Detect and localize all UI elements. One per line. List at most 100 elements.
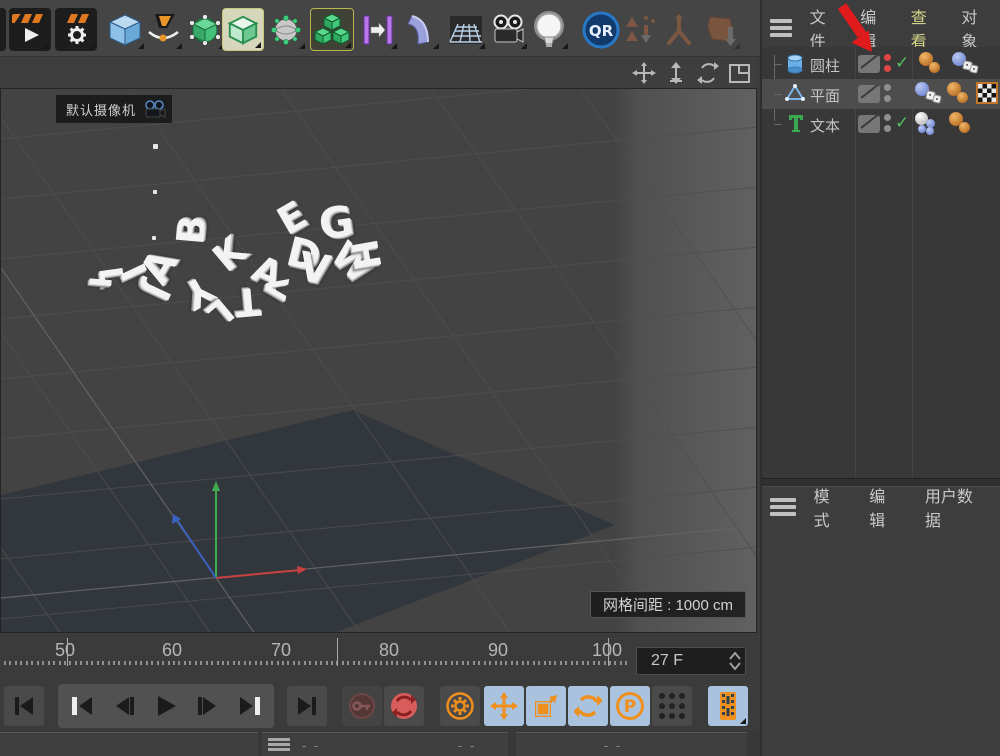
editor-visibility-dot[interactable]: [884, 114, 891, 121]
render-visibility-dot[interactable]: [884, 125, 891, 132]
flyout-triangle: [521, 43, 527, 49]
tree-branch: [774, 64, 782, 65]
joint-disabled-button[interactable]: [660, 8, 698, 51]
motion-align-button[interactable]: [357, 8, 399, 51]
ruler-tick: [390, 661, 393, 665]
menu-mode[interactable]: 模式: [802, 483, 858, 531]
rotate-icon[interactable]: [696, 62, 720, 84]
object-row-plane[interactable]: 平面: [762, 79, 1000, 109]
ruler-tick: [445, 661, 448, 665]
ruler-tick: [423, 661, 426, 665]
mograph-disabled-button[interactable]: [622, 8, 660, 51]
ruler-tick: [123, 661, 126, 665]
menu-file[interactable]: 文件: [798, 4, 849, 52]
triangles-arrows-icon: [626, 15, 655, 43]
coord-placeholder: - -: [302, 738, 321, 753]
ruler-tick: [374, 661, 377, 665]
editor-visibility-dot[interactable]: [884, 54, 891, 61]
key-parameter-button[interactable]: P: [610, 686, 650, 726]
move-icon: [490, 692, 518, 720]
key-scale-button[interactable]: [526, 686, 566, 726]
play-button[interactable]: [146, 686, 186, 726]
viewport-canvas[interactable]: EGBKDAILAVWHJYTLIV 默认摄像机 网格间距 : 1000 cm: [0, 88, 757, 633]
qr-plugin-button[interactable]: QR: [580, 8, 622, 51]
generator-check-icon[interactable]: ✓: [895, 113, 909, 133]
letter-B: B: [168, 213, 215, 247]
ruler-marker: [608, 638, 609, 666]
floor-environment-button[interactable]: [445, 8, 487, 51]
phong-tag[interactable]: [947, 82, 971, 106]
goto-end-icon: [298, 697, 316, 715]
key-pla-button[interactable]: [652, 686, 692, 726]
render-visibility-dot[interactable]: [884, 65, 891, 72]
object-row-cylinder[interactable]: 圆柱 ✓: [762, 49, 1000, 79]
object-manager-menu-icon[interactable]: [770, 19, 792, 37]
generator-check-icon[interactable]: ✓: [895, 53, 909, 73]
menu-user-data[interactable]: 用户数据: [913, 483, 1000, 531]
spinner-up-icon[interactable]: [729, 652, 741, 660]
render-visibility-dot[interactable]: [884, 95, 891, 102]
menu-edit-2[interactable]: 编辑: [857, 483, 913, 531]
frame-spinner[interactable]: [725, 648, 745, 674]
timeline-ruler[interactable]: 50 60 70 80 90 100 27 F: [0, 636, 757, 684]
menu-object[interactable]: 对象: [949, 4, 1000, 52]
simulation-tag[interactable]: [915, 112, 939, 136]
coordinates-panel: - - - -: [262, 732, 508, 756]
menu-edit[interactable]: 编辑: [848, 4, 899, 52]
object-label[interactable]: 圆柱: [810, 55, 840, 76]
cloner-active-button[interactable]: [310, 8, 354, 51]
enable-toggle[interactable]: [858, 115, 880, 133]
keying-settings-button[interactable]: [440, 686, 480, 726]
render-view-button[interactable]: [9, 8, 51, 51]
frame-value[interactable]: 27 F: [637, 652, 725, 670]
deform-sphere-button[interactable]: [265, 8, 307, 51]
key-rotation-button[interactable]: [568, 686, 608, 726]
phong-tag[interactable]: [947, 112, 971, 136]
right-panel: 文件 编辑 查看 对象 圆柱 ✓ 平面 文本 ✓ 模式 编辑 用户数据: [760, 0, 1000, 756]
menu-view[interactable]: 查看: [899, 4, 950, 52]
maximize-view-icon[interactable]: [728, 62, 752, 84]
cloth-disabled-button[interactable]: [700, 8, 742, 51]
editor-visibility-dot[interactable]: [884, 84, 891, 91]
zoom-icon[interactable]: [664, 62, 688, 84]
prev-key-button[interactable]: [62, 686, 102, 726]
record-key-button[interactable]: [342, 686, 382, 726]
enable-toggle[interactable]: [858, 85, 880, 103]
ruler-tick: [576, 661, 579, 665]
ruler-tick: [603, 661, 606, 665]
cylinder-object-icon: [787, 54, 803, 74]
texture-tag-selected[interactable]: [976, 82, 1000, 106]
dynamics-body-tag[interactable]: [915, 82, 942, 106]
ruler-tick: [25, 661, 28, 665]
next-key-button[interactable]: [230, 686, 270, 726]
ruler-tick: [260, 661, 263, 665]
object-label[interactable]: 平面: [810, 85, 840, 106]
camera-label[interactable]: 默认摄像机: [56, 95, 173, 123]
ruler-tick: [47, 661, 50, 665]
key-position-button[interactable]: [484, 686, 524, 726]
current-frame-field[interactable]: 27 F: [636, 647, 746, 675]
dynamics-body-tag[interactable]: [952, 52, 979, 76]
bend-deformer-button[interactable]: [399, 8, 441, 51]
light-button[interactable]: [528, 8, 570, 51]
timeline-window-button[interactable]: [708, 686, 748, 726]
phong-tag[interactable]: [919, 52, 943, 76]
object-row-text[interactable]: 文本 ✓: [762, 109, 1000, 139]
object-label[interactable]: 文本: [810, 115, 840, 136]
attribute-menu-icon[interactable]: [770, 498, 796, 516]
goto-end-button[interactable]: [287, 686, 327, 726]
panel-menu-icon[interactable]: [268, 738, 290, 751]
render-settings-button[interactable]: [55, 8, 97, 51]
enable-toggle[interactable]: [858, 55, 880, 73]
generator-active-button[interactable]: [222, 8, 264, 51]
next-frame-button[interactable]: [188, 686, 228, 726]
autokey-button[interactable]: [384, 686, 424, 726]
subdivision-surface-button[interactable]: [184, 8, 226, 51]
spinner-down-icon[interactable]: [729, 662, 741, 670]
prev-frame-button[interactable]: [104, 686, 144, 726]
spline-pen-button[interactable]: [142, 8, 184, 51]
pan-icon[interactable]: [632, 62, 656, 84]
add-cube-button[interactable]: [104, 8, 146, 51]
camera-button[interactable]: [487, 8, 529, 51]
goto-start-button[interactable]: [4, 686, 44, 726]
